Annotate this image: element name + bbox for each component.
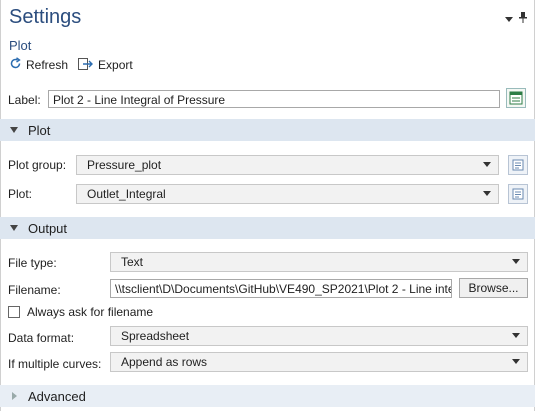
export-button[interactable]: Export	[78, 57, 133, 73]
label-action-button[interactable]	[506, 88, 526, 108]
plot-value: Outlet_Integral	[87, 187, 166, 201]
refresh-icon	[9, 57, 22, 73]
dataformat-value: Spreadsheet	[121, 329, 190, 343]
left-edge	[0, 0, 1, 411]
window-title: Settings	[9, 6, 82, 28]
chevron-down-icon	[483, 191, 491, 196]
refresh-label: Refresh	[26, 58, 69, 72]
filename-caption: Filename:	[8, 283, 61, 297]
browse-button[interactable]: Browse...	[459, 278, 528, 298]
plot-group-goto-button[interactable]	[508, 155, 528, 175]
chevron-down-icon[interactable]	[505, 16, 513, 22]
multiple-curves-select[interactable]: Append as rows	[110, 352, 528, 372]
plot-group-select[interactable]: Pressure_plot	[76, 155, 499, 175]
section-plot-title: Plot	[28, 122, 51, 138]
plot-select[interactable]: Outlet_Integral	[76, 184, 499, 204]
collapse-triangle-icon	[10, 127, 18, 133]
filetype-caption: File type:	[8, 256, 57, 270]
label-input[interactable]: Plot 2 - Line Integral of Pressure	[48, 90, 500, 108]
plot-group-value: Pressure_plot	[87, 158, 162, 172]
export-icon	[78, 57, 94, 73]
section-output[interactable]: Output	[0, 217, 535, 239]
expand-triangle-icon	[12, 392, 17, 400]
dataformat-select[interactable]: Spreadsheet	[110, 326, 528, 346]
chevron-down-icon	[483, 162, 491, 167]
export-label: Export	[98, 58, 133, 72]
plot-goto-button[interactable]	[508, 184, 528, 204]
chevron-down-icon	[512, 359, 520, 364]
filename-input[interactable]: \\tsclient\D\Documents\GitHub\VE490_SP20…	[110, 279, 452, 298]
section-output-title: Output	[28, 220, 68, 236]
label-caption: Label:	[8, 93, 41, 107]
plot-group-caption: Plot group:	[8, 158, 67, 172]
goto-node-icon	[512, 188, 524, 200]
multiple-curves-value: Append as rows	[121, 355, 208, 369]
multiple-curves-caption: If multiple curves:	[8, 357, 102, 371]
section-advanced-title: Advanced	[28, 388, 86, 404]
chevron-down-icon	[512, 333, 520, 338]
refresh-button[interactable]: Refresh	[9, 57, 68, 73]
pin-icon[interactable]	[519, 12, 527, 26]
filetype-select[interactable]: Text	[110, 252, 528, 272]
plot-caption: Plot:	[8, 187, 33, 201]
goto-node-icon	[512, 159, 524, 171]
toolbar: Refresh Export	[9, 57, 133, 73]
always-ask-label: Always ask for filename	[27, 305, 154, 319]
filetype-value: Text	[121, 255, 144, 269]
window-controls	[505, 12, 527, 26]
table-icon	[509, 91, 523, 105]
collapse-triangle-icon	[10, 225, 18, 231]
section-advanced[interactable]: Advanced	[0, 385, 535, 407]
section-plot[interactable]: Plot	[0, 119, 535, 141]
chevron-down-icon	[512, 259, 520, 264]
dataformat-caption: Data format:	[8, 331, 75, 345]
node-subtitle: Plot	[9, 38, 32, 53]
always-ask-checkbox[interactable]	[8, 306, 20, 318]
